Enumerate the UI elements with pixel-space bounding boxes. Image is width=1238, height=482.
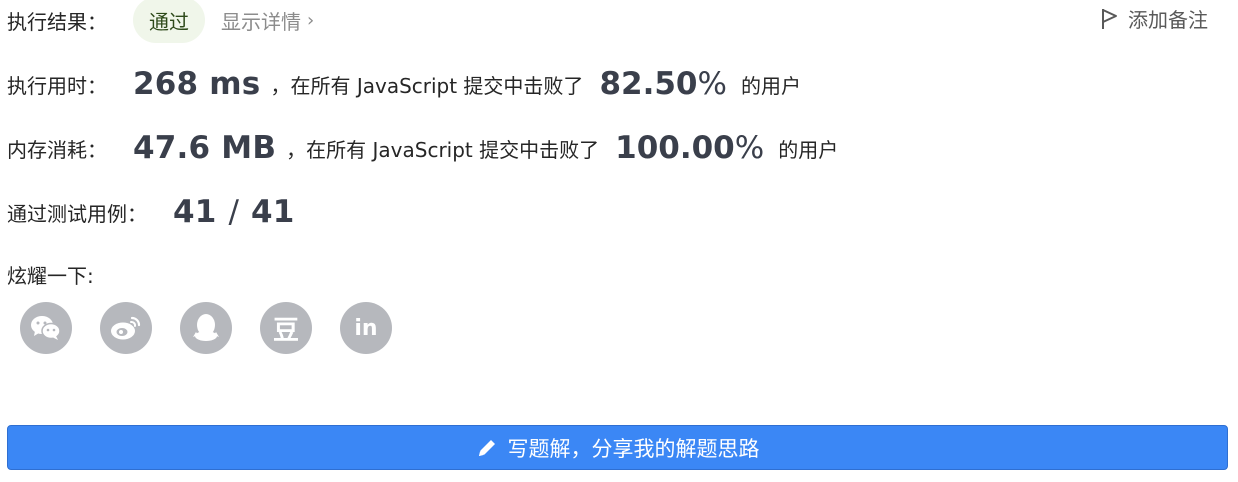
runtime-text-after: 的用户 bbox=[740, 73, 801, 98]
share-wechat-button[interactable] bbox=[20, 302, 72, 354]
runtime-percent-number: 82.50 bbox=[599, 66, 698, 102]
memory-text-before: ，在所有 JavaScript 提交中击败了 bbox=[286, 137, 600, 162]
chevron-right-icon: › bbox=[307, 9, 315, 31]
social-share-bar: 豆 in bbox=[20, 302, 420, 354]
memory-label: 内存消耗： bbox=[7, 137, 107, 162]
linkedin-icon: in bbox=[354, 315, 378, 341]
qq-icon bbox=[193, 314, 219, 341]
show-details-label: 显示详情 bbox=[221, 9, 301, 34]
testcases-row: 通过测试用例： 41 / 41 bbox=[7, 194, 295, 230]
result-label: 执行结果： bbox=[7, 9, 107, 34]
share-qq-button[interactable] bbox=[180, 302, 232, 354]
write-solution-label: 写题解，分享我的解题思路 bbox=[507, 436, 760, 461]
memory-percent-number: 100.00 bbox=[615, 130, 735, 166]
testcases-passed: 41 bbox=[173, 194, 217, 230]
runtime-row: 执行用时： 268 ms ，在所有 JavaScript 提交中击败了 82.5… bbox=[7, 66, 801, 102]
memory-percent: 100.00% bbox=[615, 130, 764, 166]
runtime-label: 执行用时： bbox=[7, 73, 107, 98]
add-note-button[interactable]: 添加备注 bbox=[1100, 4, 1208, 33]
flag-icon bbox=[1102, 8, 1117, 29]
share-label: 炫耀一下: bbox=[7, 264, 94, 288]
testcases-separator: / bbox=[228, 194, 239, 230]
share-linkedin-button[interactable]: in bbox=[340, 302, 392, 354]
memory-row: 内存消耗： 47.6 MB ，在所有 JavaScript 提交中击败了 100… bbox=[7, 130, 838, 166]
memory-percent-sign: % bbox=[734, 130, 765, 166]
result-row: 执行结果： 通过 显示详情 › bbox=[7, 0, 314, 43]
share-weibo-button[interactable] bbox=[100, 302, 152, 354]
share-douban-button[interactable]: 豆 bbox=[260, 302, 312, 354]
runtime-percent: 82.50% bbox=[599, 66, 727, 102]
douban-icon: 豆 bbox=[272, 315, 299, 346]
weibo-icon bbox=[111, 316, 141, 340]
wechat-icon bbox=[31, 316, 61, 340]
memory-value: 47.6 MB bbox=[133, 130, 277, 166]
testcases-label: 通过测试用例： bbox=[7, 201, 147, 226]
share-row: 炫耀一下: bbox=[7, 260, 94, 289]
pencil-icon bbox=[478, 439, 495, 456]
add-note-label: 添加备注 bbox=[1128, 8, 1208, 32]
status-badge: 通过 bbox=[133, 0, 205, 43]
runtime-value: 268 ms bbox=[133, 66, 261, 102]
runtime-percent-sign: % bbox=[697, 66, 727, 102]
write-solution-button[interactable]: 写题解，分享我的解题思路 bbox=[7, 425, 1228, 470]
testcases-total: 41 bbox=[251, 194, 295, 230]
memory-text-after: 的用户 bbox=[778, 137, 839, 162]
runtime-text-before: ，在所有 JavaScript 提交中击败了 bbox=[270, 73, 584, 98]
show-details-link[interactable]: 显示详情 › bbox=[221, 6, 314, 35]
